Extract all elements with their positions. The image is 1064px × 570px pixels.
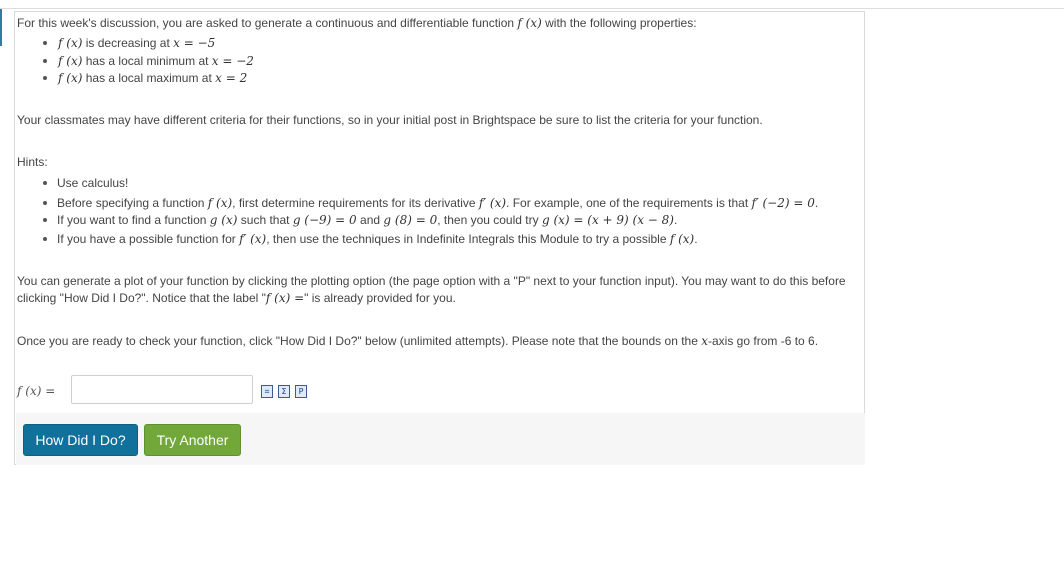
hints-label: Hints: (17, 155, 48, 169)
plot-text-line2: clicking "How Did I Do?". Notice that th… (17, 291, 456, 305)
property-item: f (x) is decreasing at x = −5 (58, 36, 216, 50)
ready-text: Once you are ready to check your functio… (17, 334, 819, 348)
top-divider (0, 8, 1064, 9)
property-item: f (x) has a local maximum at x = 2 (58, 71, 248, 85)
plot-icon[interactable]: P (295, 385, 307, 398)
question-panel: For this week's discussion, you are aske… (14, 11, 865, 465)
plot-text-line1: You can generate a plot of your function… (17, 274, 846, 288)
bullet (43, 181, 47, 185)
sigma-icon[interactable]: Σ (278, 385, 290, 398)
answer-label: f (x) = (17, 384, 56, 398)
property-item: f (x) has a local minimum at x = −2 (58, 54, 254, 68)
bullet (43, 201, 47, 205)
hint-item: If you have a possible function for f′ (… (57, 232, 698, 246)
function-answer-input[interactable] (71, 375, 253, 404)
how-did-i-do-button[interactable]: How Did I Do? (23, 424, 138, 456)
bullet (43, 59, 47, 63)
try-another-button[interactable]: Try Another (144, 424, 241, 456)
hint-item: Use calculus! (57, 176, 129, 190)
intro-text: For this week's discussion, you are aske… (17, 16, 697, 30)
classmates-text: Your classmates may have different crite… (17, 113, 763, 127)
bullet (43, 218, 47, 222)
hint-item: Before specifying a function f (x), firs… (57, 196, 819, 210)
bullet (43, 237, 47, 241)
focus-accent-bar (0, 9, 2, 46)
bullet (43, 41, 47, 45)
calculator-icon[interactable]: ⌗ (261, 385, 273, 398)
math-fx: f (x) (517, 16, 542, 30)
bullet (43, 76, 47, 80)
hint-item: If you want to find a function g (x) suc… (57, 213, 678, 227)
